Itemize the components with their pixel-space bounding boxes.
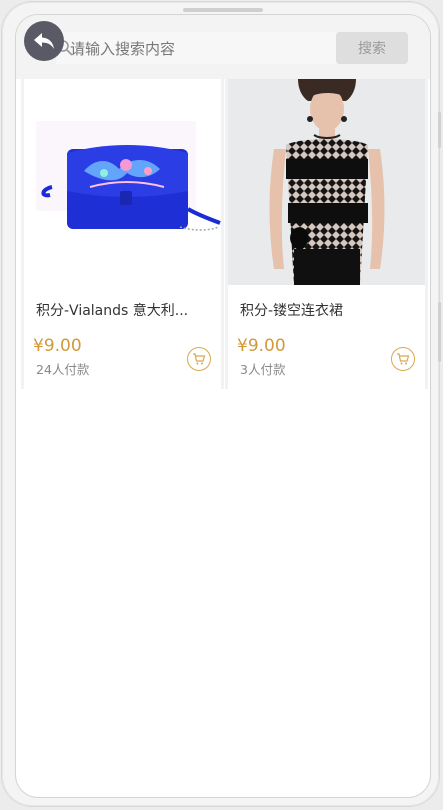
- product-title[interactable]: 积分-Vialands 意大利...: [36, 300, 212, 320]
- speaker-grille: [183, 8, 263, 12]
- phone-frame: 请输入搜索内容 搜索 积分-Vialands 意大利... ¥9.00 24人付…: [2, 2, 441, 806]
- embroidered-handbag-image: [24, 79, 221, 285]
- add-to-cart-button[interactable]: [187, 347, 211, 371]
- back-arrow-icon: [34, 33, 54, 49]
- product-grid: 积分-Vialands 意大利... ¥9.00 24人付款 积分-镂空连衣裙 …: [21, 79, 428, 389]
- volume-button: [438, 112, 441, 148]
- product-card[interactable]: 积分-镂空连衣裙 ¥9.00 3人付款: [225, 79, 428, 389]
- search-placeholder: 请输入搜索内容: [70, 40, 176, 58]
- search-input[interactable]: 请输入搜索内容: [56, 32, 336, 64]
- product-price: ¥9.00: [237, 336, 286, 356]
- cart-icon: [397, 353, 410, 365]
- back-button[interactable]: [24, 21, 64, 61]
- cart-icon: [193, 353, 206, 365]
- power-button: [438, 302, 441, 362]
- product-image[interactable]: [24, 79, 221, 285]
- lace-dress-model-image: [228, 79, 425, 285]
- product-card[interactable]: 积分-Vialands 意大利... ¥9.00 24人付款: [21, 79, 224, 389]
- app-screen: 请输入搜索内容 搜索 积分-Vialands 意大利... ¥9.00 24人付…: [16, 15, 430, 797]
- search-bar: 请输入搜索内容 搜索: [16, 15, 430, 79]
- product-price: ¥9.00: [33, 336, 82, 356]
- product-sales-count: 24人付款: [36, 362, 90, 377]
- product-title[interactable]: 积分-镂空连衣裙: [240, 300, 416, 320]
- add-to-cart-button[interactable]: [391, 347, 415, 371]
- product-sales-count: 3人付款: [240, 362, 286, 377]
- product-image[interactable]: [228, 79, 425, 285]
- search-button[interactable]: 搜索: [336, 32, 408, 64]
